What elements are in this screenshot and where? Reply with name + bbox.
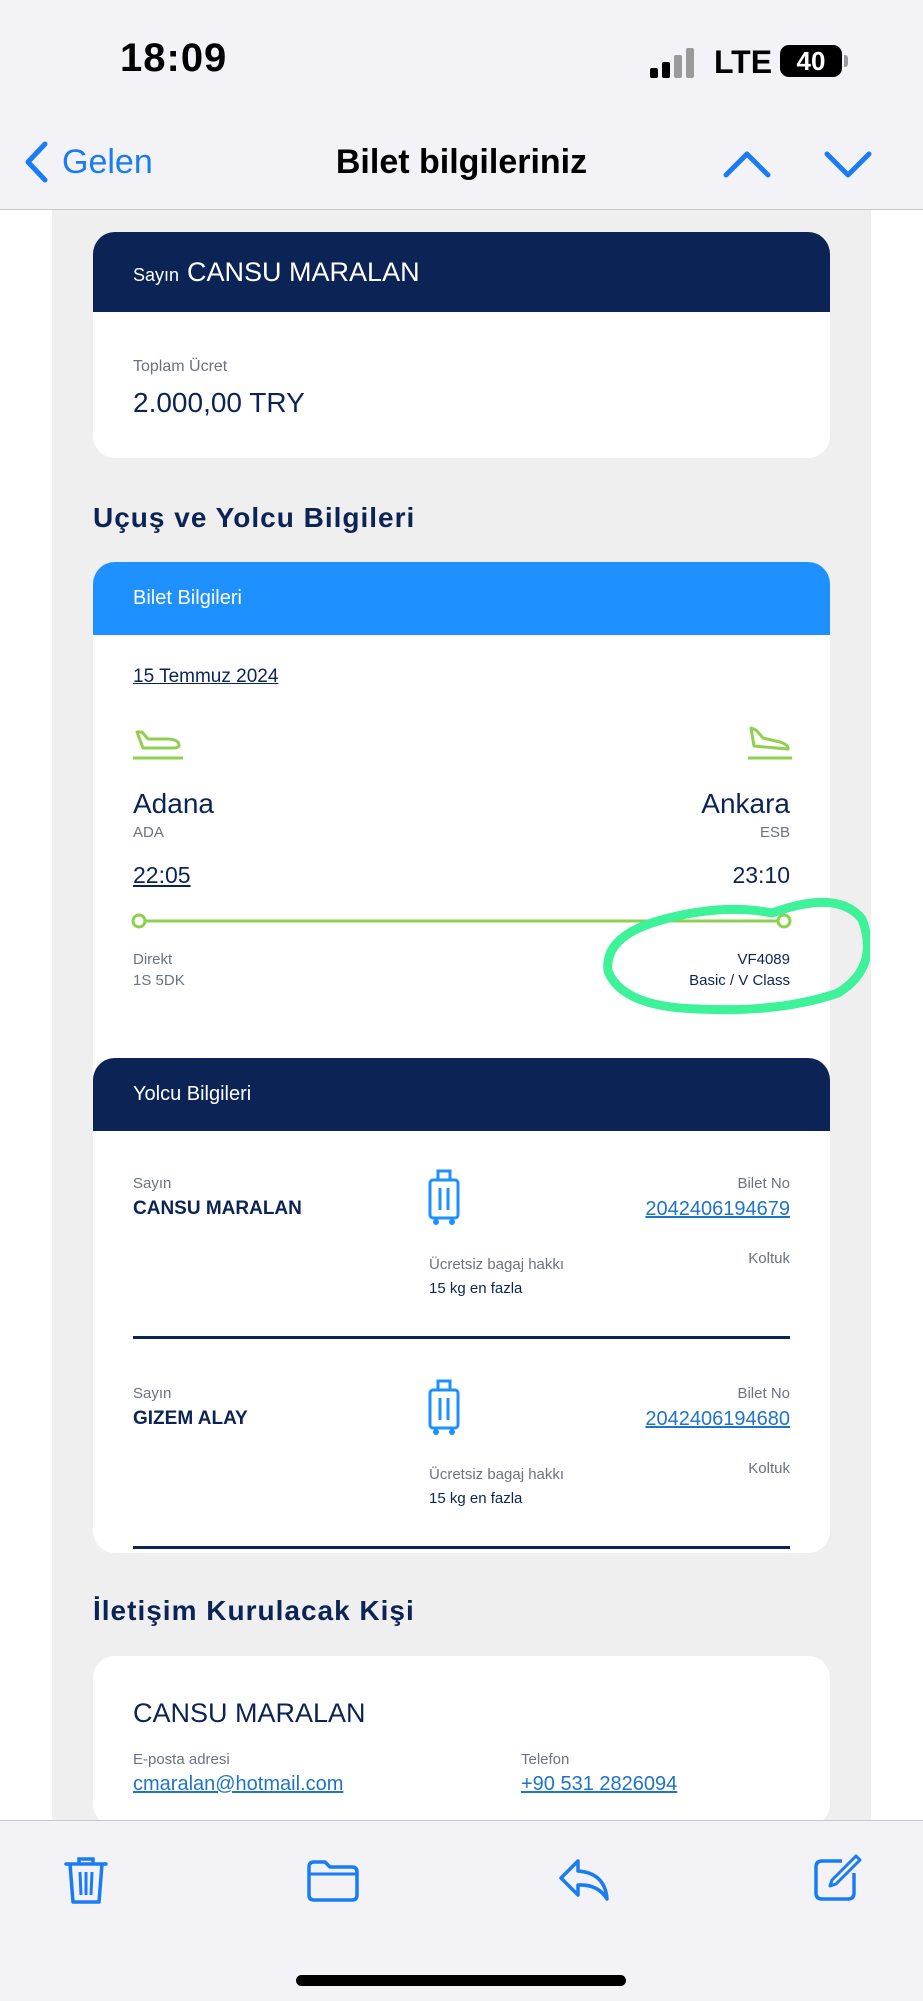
- total-price-value: 2.000,00 TRY: [133, 387, 305, 418]
- bottom-toolbar: [0, 1820, 923, 2001]
- origin-city: Adana: [133, 788, 214, 819]
- departure-time[interactable]: 22:05: [133, 862, 191, 889]
- arrival-plane-icon: [748, 726, 792, 760]
- passenger-1-baggage-label: Ücretsiz bagaj hakkı: [429, 1256, 565, 1273]
- passenger-2-baggage-value: 15 kg en fazla: [429, 1490, 523, 1507]
- passenger-divider: [133, 1546, 790, 1549]
- passenger-2-ticket-number[interactable]: 2042406194680: [645, 1408, 790, 1431]
- email-content[interactable]: Sayın CANSU MARALAN Toplam Ücret 2.000,0…: [0, 210, 923, 1820]
- battery-tip: [844, 55, 848, 67]
- contact-name: CANSU MARALAN: [133, 1698, 366, 1728]
- highlight-annotation: [603, 897, 870, 1015]
- passenger-card-header: Yolcu Bilgileri: [93, 1058, 830, 1131]
- back-label: Gelen: [62, 142, 153, 181]
- trash-icon: [64, 1857, 108, 1904]
- back-button[interactable]: Gelen: [24, 137, 153, 187]
- flight-type: Direkt: [133, 951, 173, 968]
- destination-city: Ankara: [701, 788, 790, 819]
- compose-icon: [814, 1854, 862, 1901]
- flight-duration: 1S 5DK: [133, 972, 185, 989]
- passenger-2-baggage-label: Ücretsiz bagaj hakkı: [429, 1466, 565, 1483]
- contact-section-title: İletişim Kurulacak Kişi: [93, 1595, 415, 1626]
- summary-card: Sayın CANSU MARALAN Toplam Ücret 2.000,0…: [93, 232, 830, 458]
- destination-code: ESB: [759, 824, 790, 841]
- chevron-down-icon: [824, 151, 872, 178]
- passenger-1-name: CANSU MARALAN: [133, 1198, 302, 1219]
- phone-label: Telefon: [521, 1751, 570, 1768]
- home-indicator: [296, 1975, 626, 1986]
- passenger-1-salutation: Sayın: [133, 1175, 172, 1192]
- passenger-1-ticket-number[interactable]: 2042406194679: [645, 1198, 790, 1221]
- phone-link[interactable]: +90 531 2826094: [521, 1773, 677, 1796]
- next-message-button[interactable]: [823, 143, 873, 188]
- departure-plane-icon: [133, 730, 183, 760]
- move-button[interactable]: [306, 1859, 360, 1908]
- ticket-card-header: Bilet Bilgileri: [93, 562, 830, 635]
- folder-icon: [307, 1860, 359, 1902]
- reply-button[interactable]: [558, 1857, 610, 1908]
- passenger-divider: [133, 1336, 790, 1339]
- summary-card-header: Sayın CANSU MARALAN: [93, 232, 830, 312]
- reply-icon: [559, 1859, 609, 1901]
- battery-icon: 40: [780, 45, 842, 77]
- passenger-2-seat-label: Koltuk: [748, 1460, 790, 1477]
- origin-code: ADA: [133, 824, 164, 841]
- passenger-name: CANSU MARALAN: [187, 256, 420, 287]
- contact-card: CANSU MARALAN E-posta adresi cmaralan@ho…: [93, 1656, 830, 1820]
- status-time: 18:09: [120, 36, 228, 80]
- passenger-1-baggage-value: 15 kg en fazla: [429, 1280, 523, 1297]
- passenger-1-seat-label: Koltuk: [748, 1250, 790, 1267]
- network-label: LTE: [714, 44, 773, 80]
- email-link[interactable]: cmaralan@hotmail.com: [133, 1773, 343, 1796]
- salutation-label: Sayın: [133, 264, 180, 285]
- total-price-label: Toplam Ücret: [133, 358, 228, 375]
- flight-section-title: Uçuş ve Yolcu Bilgileri: [93, 502, 416, 533]
- email-label: E-posta adresi: [133, 1751, 230, 1768]
- delete-button[interactable]: [64, 1855, 108, 1910]
- chevron-left-icon: [25, 141, 48, 183]
- passenger-card: Yolcu Bilgileri Sayın CANSU MARALAN Ücre…: [93, 1058, 830, 1553]
- passenger-2-salutation: Sayın: [133, 1385, 172, 1402]
- nav-bar: Gelen Bilet bilgileriniz: [0, 125, 923, 210]
- luggage-icon: [428, 1379, 460, 1435]
- flight-date[interactable]: 15 Temmuz 2024: [133, 666, 278, 688]
- signal-icon: [650, 46, 698, 78]
- previous-message-button[interactable]: [722, 143, 772, 188]
- passenger-1-ticket-label: Bilet No: [737, 1175, 790, 1192]
- luggage-icon: [428, 1169, 460, 1225]
- passenger-2-ticket-label: Bilet No: [737, 1385, 790, 1402]
- status-bar: 18:09 LTE 40: [0, 0, 923, 125]
- chevron-up-icon: [723, 151, 771, 178]
- compose-button[interactable]: [812, 1853, 862, 1908]
- passenger-2-name: GIZEM ALAY: [133, 1408, 248, 1429]
